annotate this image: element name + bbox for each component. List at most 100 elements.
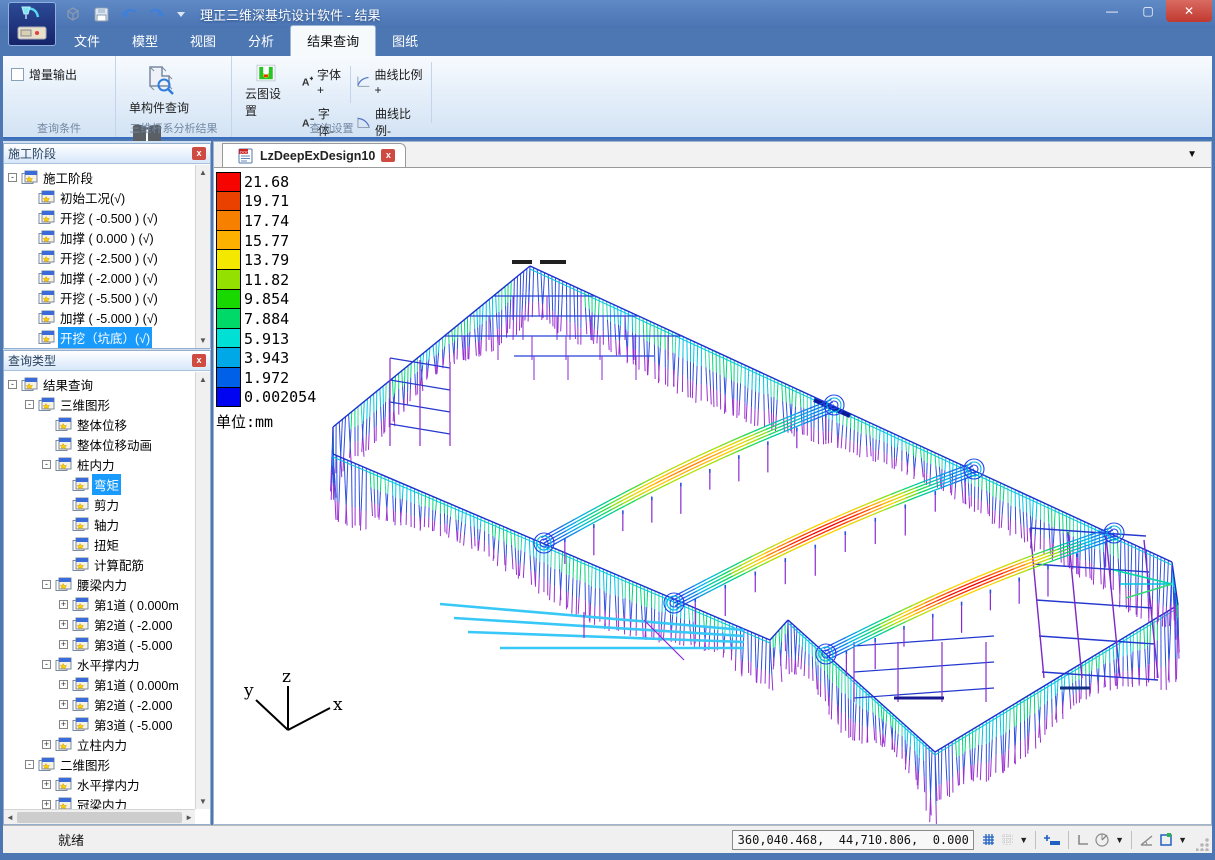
tree-item-label[interactable]: 水平撑内力 [75,774,142,795]
menu-tab-模型[interactable]: 模型 [116,26,174,56]
query-tree-item[interactable]: 剪力 [4,494,195,514]
menu-tab-文件[interactable]: 文件 [58,26,116,56]
stage-tree-scrollbar[interactable]: ▲ ▼ [195,165,210,348]
tree-item-label[interactable]: 桩内力 [75,454,117,475]
tree-item-label[interactable]: 计算配筋 [92,554,146,575]
query-tree-item[interactable]: 扭矩 [4,534,195,554]
close-button[interactable]: ✕ [1166,0,1212,22]
query-tree-item[interactable]: +立柱内力 [4,734,195,754]
tree-item-label[interactable]: 整体位移动画 [75,434,154,455]
tree-expander-icon[interactable]: - [8,380,17,389]
tree-item-label[interactable]: 剪力 [92,494,121,515]
grid-dropdown-icon[interactable]: ▼ [1019,835,1028,845]
query-tree-item[interactable]: 轴力 [4,514,195,534]
tree-item-label[interactable]: 立柱内力 [75,734,129,755]
qat-dropdown-icon[interactable] [176,6,186,22]
tree-expander-icon[interactable]: - [8,173,17,182]
query-tree-item[interactable]: +第2道 ( -2.000 [4,614,195,634]
query-tree-item[interactable]: 整体位移动画 [4,434,195,454]
grid-icon[interactable] [981,832,996,847]
tree-item-label[interactable]: 轴力 [92,514,121,535]
tree-item-label[interactable]: 整体位移 [75,414,129,435]
query-tree-item[interactable]: + 第2道 ( -2.000 [4,694,195,714]
tree-item-label[interactable]: 第3道 ( -5.000 [92,714,175,735]
app-logo[interactable] [8,2,56,46]
tree-item-label[interactable]: 扭矩 [92,534,121,555]
query-tree-item[interactable]: + 第1道 ( 0.000m [4,674,195,694]
scroll-down-icon[interactable]: ▼ [199,794,207,809]
tree-item-label[interactable]: 开挖（坑底）(√) [58,327,152,348]
query-tree-item[interactable]: +第1道 ( 0.000m [4,594,195,614]
contour-settings-button[interactable]: 云图设置 [240,62,293,121]
stage-tree-item[interactable]: 加撑 ( 0.000 ) (√) [4,227,195,247]
undo-icon[interactable] [120,6,138,22]
document-tab[interactable]: DOC LzDeepExDesign10 x [222,143,406,167]
ortho-icon[interactable] [1076,833,1090,847]
polar-dropdown-icon[interactable]: ▼ [1115,835,1124,845]
tree-item-label[interactable]: 第2道 ( -2.000 [92,694,175,715]
query-tree-item[interactable]: 弯矩 [4,474,195,494]
object-snap-icon[interactable] [1158,832,1174,847]
query-tree-scrollbar[interactable]: ▲ ▼ [195,372,210,809]
tree-expander-icon[interactable]: - [25,400,34,409]
query-tree-item[interactable]: 整体位移 [4,414,195,434]
tree-expander-icon[interactable]: - [42,580,51,589]
model-3d-view[interactable] [214,168,1211,824]
stage-tree-item[interactable]: 加撑 ( -5.000 ) (√) [4,307,195,327]
tree-item-label[interactable]: 二维图形 [58,754,112,775]
stage-panel-close-icon[interactable]: x [192,147,206,160]
query-tree-item[interactable]: - 结果查询 [4,374,195,394]
snap-icon[interactable] [1043,833,1061,847]
scroll-left-icon[interactable]: ◄ [6,810,14,825]
stage-tree-item[interactable]: 开挖 ( -0.500 ) (√) [4,207,195,227]
query-tree-item[interactable]: + 冠梁内力 [4,794,195,809]
scroll-right-icon[interactable]: ► [185,810,193,825]
query-tree-item[interactable]: - 桩内力 [4,454,195,474]
redo-icon[interactable] [148,6,166,22]
query-tree-item[interactable]: -腰梁内力 [4,574,195,594]
tree-expander-icon[interactable]: + [59,700,68,709]
checkbox-box[interactable] [11,68,24,81]
tree-item-label[interactable]: 第1道 ( 0.000m [92,674,181,695]
stage-tree-item[interactable]: 加撑 ( -2.000 ) (√) [4,267,195,287]
tree-expander-icon[interactable]: + [42,800,51,809]
tree-item-label[interactable]: 弯矩 [92,474,121,495]
tree-expander-icon[interactable]: + [42,780,51,789]
menu-tab-图纸[interactable]: 图纸 [376,26,434,56]
drawing-canvas[interactable]: 21.6819.7117.7415.7713.7911.829.8547.884… [214,168,1211,824]
menu-tab-视图[interactable]: 视图 [174,26,232,56]
tree-item-label[interactable]: 结果查询 [41,374,95,395]
resize-grip[interactable] [1196,837,1210,851]
font-plus-button[interactable]: A 字体+ [301,66,345,97]
tree-item-label[interactable]: 冠梁内力 [75,794,129,810]
stage-tree-item[interactable]: 开挖 ( -2.500 ) (√) [4,247,195,267]
scroll-up-icon[interactable]: ▲ [199,165,207,180]
tree-item-label[interactable]: 第1道 ( 0.000m [92,594,181,615]
tree-expander-icon[interactable]: - [25,760,34,769]
tree-expander-icon[interactable]: + [59,680,68,689]
menu-tab-结果查询[interactable]: 结果查询 [290,25,376,56]
tree-expander-icon[interactable]: + [59,620,68,629]
tree-item-label[interactable]: 加撑 ( -2.000 ) (√) [58,267,160,288]
hscroll-thumb[interactable] [17,812,182,823]
tree-item-label[interactable]: 加撑 ( 0.000 ) (√) [58,227,156,248]
polar-tracking-icon[interactable] [1094,832,1111,847]
scroll-down-icon[interactable]: ▼ [199,333,207,348]
query-tree-item[interactable]: - 二维图形 [4,754,195,774]
tree-item-label[interactable]: 开挖 ( -2.500 ) (√) [58,247,160,268]
document-tab-close-icon[interactable]: x [381,149,395,162]
tree-item-label[interactable]: 第3道 ( -5.000 [92,634,175,655]
tree-expander-icon[interactable]: - [42,660,51,669]
incremental-output-checkbox[interactable]: 增量输出 [11,66,107,83]
query-tree-item[interactable]: - 三维图形 [4,394,195,414]
tree-expander-icon[interactable]: - [42,460,51,469]
scroll-up-icon[interactable]: ▲ [199,372,207,387]
tree-item-label[interactable]: 三维图形 [58,394,112,415]
stage-tree-item[interactable]: 开挖 ( -5.500 ) (√) [4,287,195,307]
maximize-button[interactable]: ▢ [1130,0,1166,22]
tree-item-label[interactable]: 施工阶段 [41,167,95,188]
dot-grid-icon[interactable] [1000,832,1015,847]
curve-scale-plus-button[interactable]: 曲线比例+ [357,66,423,97]
query-tree-item[interactable]: + 水平撑内力 [4,774,195,794]
tree-item-label[interactable]: 水平撑内力 [75,654,142,675]
